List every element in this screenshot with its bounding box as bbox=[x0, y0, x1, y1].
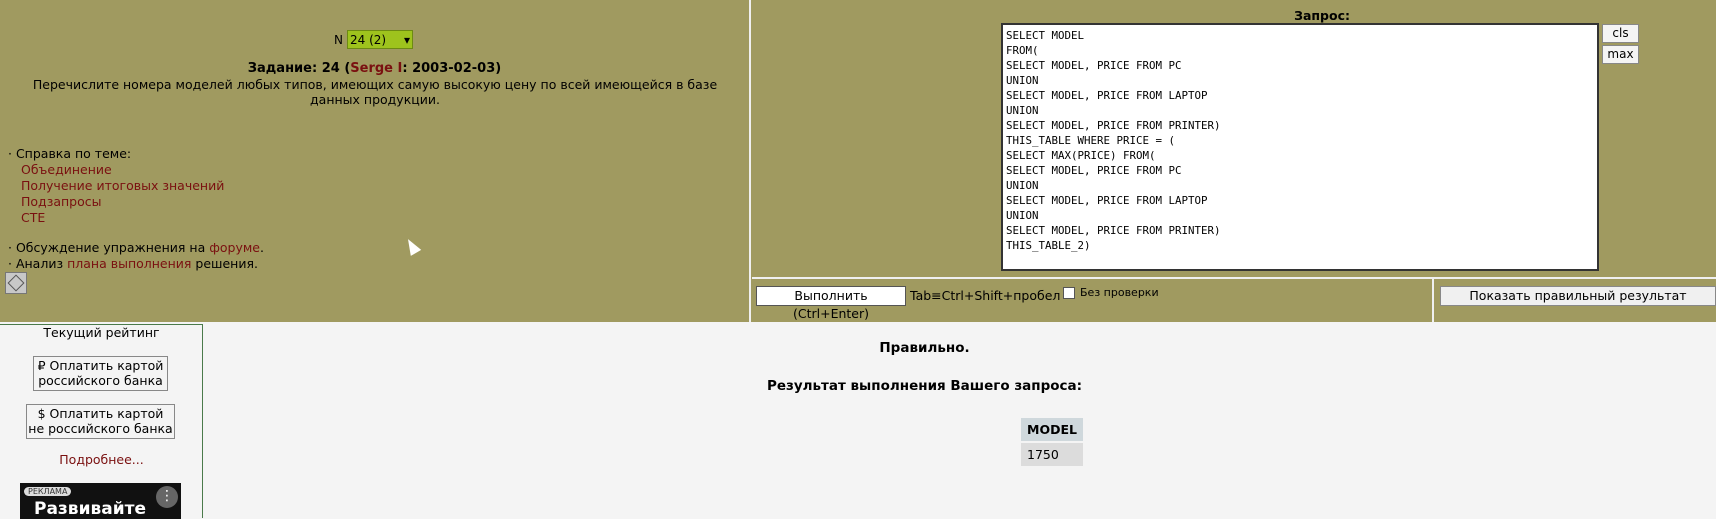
discussion-section: · Обсуждение упражнения на форуме. · Ана… bbox=[8, 240, 264, 272]
result-status: Правильно. bbox=[879, 340, 970, 356]
result-title: Результат выполнения Вашего запроса: bbox=[766, 378, 1083, 394]
result-table: MODEL 1750 bbox=[1019, 416, 1085, 468]
divider bbox=[752, 277, 1716, 279]
show-correct-result-button[interactable]: Показать правильный результат bbox=[1440, 286, 1716, 306]
more-link[interactable]: Подробнее... bbox=[0, 452, 203, 467]
mouse-cursor-icon bbox=[402, 236, 422, 256]
n-label: N bbox=[334, 32, 343, 47]
more-options-icon[interactable]: ⋮ bbox=[156, 486, 178, 508]
column-header: MODEL bbox=[1021, 418, 1083, 441]
forum-link[interactable]: форуме bbox=[209, 240, 260, 255]
execute-button[interactable]: Выполнить (Ctrl+Enter) bbox=[756, 286, 906, 321]
pay-foreign-line1: $ Оплатить картой bbox=[37, 406, 164, 421]
task-author-link[interactable]: Serge I bbox=[350, 61, 402, 76]
help-link-aggregates[interactable]: Получение итоговых значений bbox=[21, 178, 224, 193]
nocheck-label: Без проверки bbox=[1080, 286, 1159, 299]
more-link-text[interactable]: Подробнее... bbox=[59, 452, 143, 467]
tab-hint: Tab≡Ctrl+Shift+пробел bbox=[910, 288, 1061, 303]
task-selector: N 24 (2) ▾ bbox=[334, 30, 413, 49]
task-number-select[interactable]: 24 (2) ▾ bbox=[346, 30, 413, 49]
nocheck-option: Без проверки bbox=[1063, 286, 1159, 299]
help-heading: · Справка по теме: bbox=[8, 146, 132, 161]
task-title-suffix: : 2003-02-03) bbox=[402, 61, 502, 76]
ad-banner[interactable]: РЕКЛАМА Развивайте ⋮ bbox=[20, 483, 181, 519]
pay-ru-card-button[interactable]: ₽ Оплатить картой российского банка bbox=[33, 356, 168, 391]
max-button[interactable]: max bbox=[1602, 45, 1639, 64]
divider bbox=[1432, 279, 1434, 322]
divider bbox=[749, 0, 751, 322]
forum-suffix: . bbox=[260, 240, 264, 255]
task-title: Задание: 24 (Serge I: 2003-02-03) bbox=[0, 61, 749, 76]
result-area: Правильно. Результат выполнения Вашего з… bbox=[203, 324, 1716, 518]
sql-editor[interactable]: SELECT MODEL FROM( SELECT MODEL, PRICE F… bbox=[1001, 23, 1599, 271]
plan-prefix: · Анализ bbox=[8, 256, 68, 271]
query-label-text: Запрос: bbox=[1294, 8, 1350, 23]
help-link-union[interactable]: Объединение bbox=[21, 162, 112, 177]
ad-tag: РЕКЛАМА bbox=[24, 487, 72, 496]
task-description: Перечислите номера моделей любых типов, … bbox=[32, 77, 718, 107]
task-number-value: 24 (2) bbox=[349, 32, 387, 47]
table-header-row: MODEL bbox=[1021, 418, 1083, 441]
task-title-prefix: Задание: 24 ( bbox=[247, 61, 351, 76]
plan-link[interactable]: плана выполнения bbox=[67, 256, 191, 271]
chevron-down-icon: ▾ bbox=[403, 32, 410, 47]
plan-suffix: решения. bbox=[191, 256, 258, 271]
table-row: 1750 bbox=[1021, 443, 1083, 466]
sidebar: Текущий рейтинг ₽ Оплатить картой россий… bbox=[0, 324, 203, 519]
help-section: · Справка по теме: Объединение Получение… bbox=[8, 146, 224, 226]
query-label: Запрос: bbox=[752, 8, 1350, 23]
help-link-subqueries[interactable]: Подзапросы bbox=[21, 194, 102, 209]
forum-prefix: · Обсуждение упражнения на bbox=[8, 240, 210, 255]
ad-text: Развивайте bbox=[34, 499, 147, 519]
pay-foreign-card-button[interactable]: $ Оплатить картой не российского банка bbox=[26, 404, 175, 439]
task-pane: N 24 (2) ▾ Задание: 24 (Serge I: 2003-02… bbox=[0, 0, 749, 322]
table-cell: 1750 bbox=[1021, 443, 1083, 466]
pay-ru-line2: российского банка bbox=[38, 373, 163, 388]
cls-button[interactable]: cls bbox=[1602, 24, 1639, 43]
diamond-icon[interactable] bbox=[5, 272, 27, 294]
nocheck-checkbox[interactable] bbox=[1063, 286, 1075, 299]
current-rating: Текущий рейтинг bbox=[43, 325, 160, 340]
pay-ru-line1: ₽ Оплатить картой bbox=[37, 358, 164, 373]
pay-foreign-line2: не российского банка bbox=[28, 421, 173, 436]
help-link-cte[interactable]: CTE bbox=[21, 210, 45, 225]
